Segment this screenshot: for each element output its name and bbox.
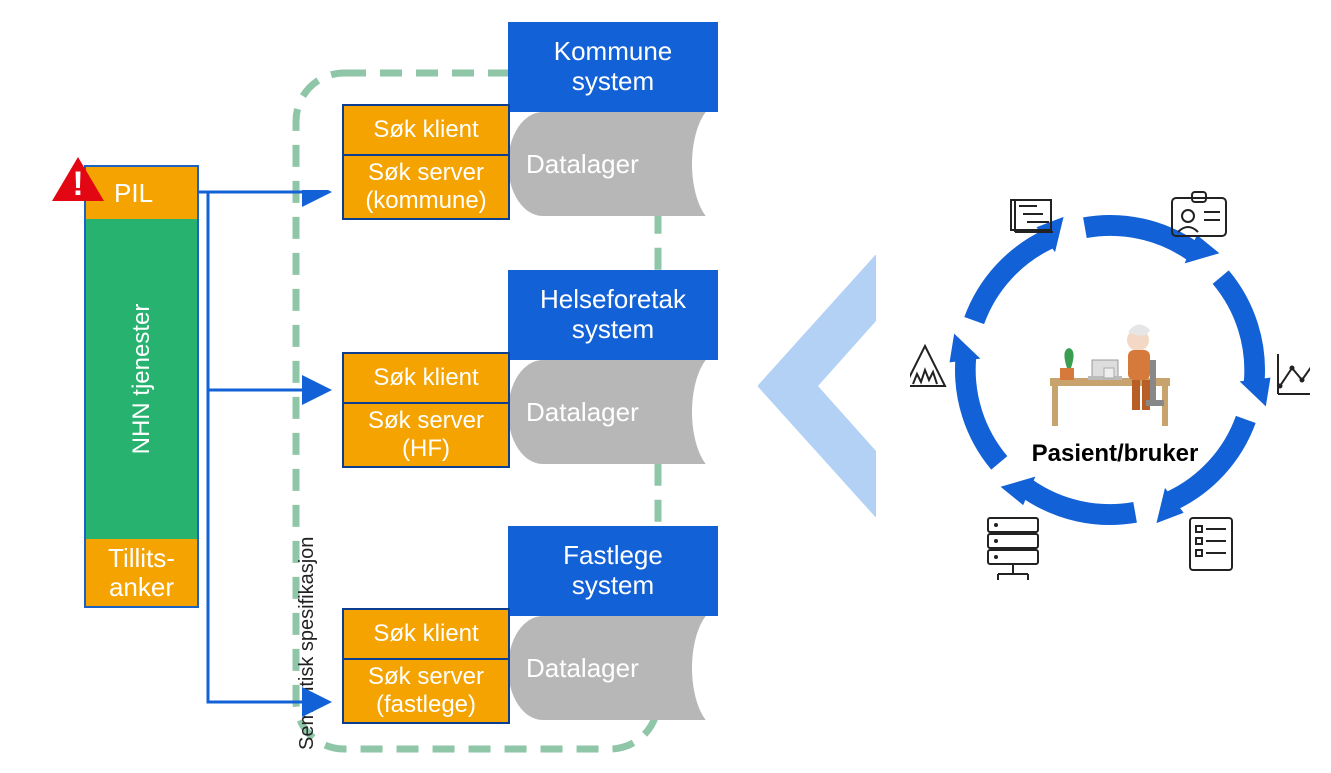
id-badge-icon: [1172, 192, 1226, 236]
big-chevron-icon: [758, 255, 876, 517]
search-server: Søk server(kommune): [344, 156, 508, 218]
search-client: Søk klient: [344, 354, 508, 402]
system-head-label: Helseforetaksystem: [540, 285, 686, 345]
nhn-tillit-label: Tillits-anker: [108, 544, 175, 601]
search-server: Søk server(fastlege): [344, 660, 508, 722]
search-client: Søk klient: [344, 106, 508, 154]
datalager-cylinder: Datalager: [508, 360, 722, 464]
system-head: Fastlegesystem: [508, 526, 718, 616]
patient-cycle: [910, 150, 1310, 610]
checklist-icon: [1190, 518, 1232, 570]
datalager-cylinder: Datalager: [508, 616, 722, 720]
nhn-pil-label: PIL: [114, 178, 153, 209]
nhn-arrows: [198, 190, 342, 730]
system-head: Helseforetaksystem: [508, 270, 718, 360]
system-head-label: Fastlegesystem: [563, 541, 663, 601]
explosion-icon: [910, 346, 945, 386]
search-stack: Søk klient Søk server(HF): [342, 352, 510, 468]
cylinder-cap: [692, 360, 722, 464]
nhn-tillitsanker: Tillits-anker: [86, 539, 197, 606]
system-head-label: Kommunesystem: [554, 37, 673, 97]
search-client: Søk klient: [344, 610, 508, 658]
search-server: Søk server(HF): [344, 404, 508, 466]
datalager-cylinder: Datalager: [508, 112, 722, 216]
search-stack: Søk klient Søk server(kommune): [342, 104, 510, 220]
system-block-helseforetak: Helseforetaksystem Datalager Søk klient …: [342, 270, 718, 478]
chart-icon: [1278, 354, 1311, 394]
datalager-label: Datalager: [526, 397, 639, 428]
system-block-fastlege: Fastlegesystem Datalager Søk klient Søk …: [342, 526, 718, 734]
cylinder-cap: [692, 616, 722, 720]
patient-label: Pasient/bruker: [990, 440, 1240, 468]
svg-text:!: !: [72, 165, 83, 203]
search-stack: Søk klient Søk server(fastlege): [342, 608, 510, 724]
datalager-label: Datalager: [526, 653, 639, 684]
cylinder-cap: [692, 112, 722, 216]
servers-icon: [988, 518, 1038, 580]
system-block-kommune: Kommunesystem Datalager Søk klient Søk s…: [342, 22, 718, 230]
nhn-services-label: NHN tjenester: [128, 304, 156, 455]
nhn-services: NHN tjenester: [86, 219, 197, 539]
system-head: Kommunesystem: [508, 22, 718, 112]
patient-illustration: [1050, 324, 1170, 426]
nhn-container: PIL NHN tjenester Tillits-anker: [84, 165, 199, 608]
warning-icon: !: [50, 155, 106, 205]
datalager-label: Datalager: [526, 149, 639, 180]
